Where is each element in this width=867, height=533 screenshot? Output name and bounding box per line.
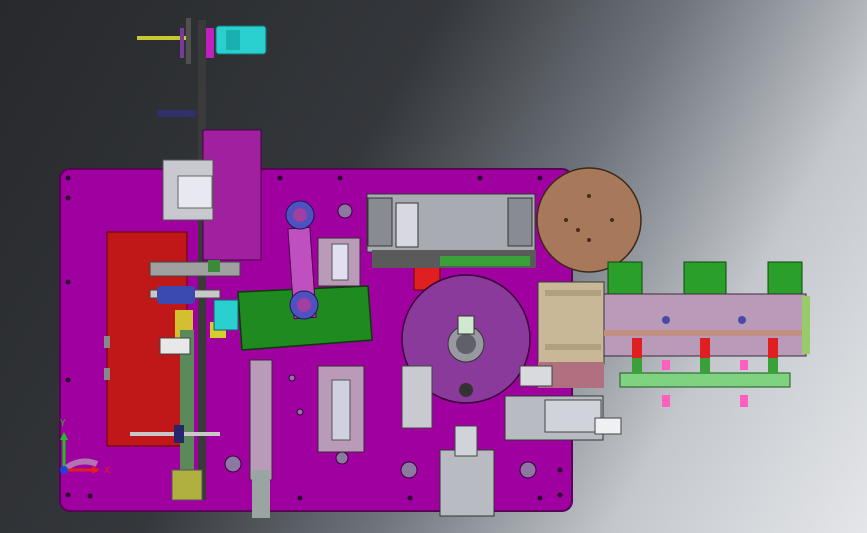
red-plate-slot [104,368,110,380]
knob[interactable] [174,425,184,443]
cylinder-bracket [519,365,553,387]
pulley-disc[interactable] [180,28,184,58]
gray-plate-rail [545,290,601,296]
upper-motor[interactable] [367,197,393,247]
rotary-disc-fixture [457,315,475,335]
blue-cylinder[interactable] [157,286,195,304]
green-tab[interactable] [607,261,643,297]
vertical-rail-foot [252,470,270,518]
green-tab[interactable] [767,261,803,297]
pneumatic-cylinder-end [594,417,622,435]
motor-body[interactable] [215,25,267,55]
red-plate-slot [104,336,110,348]
pin [157,110,197,117]
slider-unit-core [331,379,351,441]
lower-bracket [401,365,433,429]
lower-cylinder[interactable] [439,449,495,517]
motor-flange [226,30,240,50]
vertical-bar [171,469,203,501]
pivot-top-inner [293,208,307,222]
cam-wheel[interactable] [536,167,642,273]
lower-cylinder-rod [454,425,478,457]
pulley-disc[interactable] [186,18,191,64]
clamp-jaw [177,175,213,209]
upper-motor[interactable] [507,197,533,247]
pneumatic-cylinder-barrel [544,399,602,433]
small-block [159,337,191,355]
lavender-module-screw [662,316,670,324]
cad-viewport[interactable]: X Y [0,0,867,533]
lavender-module-screw [738,316,746,324]
green-tab[interactable] [683,261,727,297]
slider-unit-core [331,243,349,281]
mint-rail[interactable] [619,372,791,388]
gear-rack[interactable] [149,261,241,277]
rotary-disc-hub-inner [456,334,476,354]
lavender-module-bar [604,330,806,336]
pivot-bottom-inner [297,298,311,312]
triad-y-label: Y [59,419,66,429]
assembly-drawing[interactable]: X Y [0,0,867,533]
pulley-disc[interactable] [206,28,214,58]
upper-cylinder[interactable] [395,202,419,248]
green-handle [208,260,220,272]
gray-plate-rail [545,344,601,350]
mint-standoffs [632,358,778,374]
module-end-cap [802,296,810,354]
cyan-block [213,299,239,331]
triad-x-label: X [104,466,110,476]
rotary-disc-nut [459,383,473,397]
green-strip [440,256,530,266]
shaft-rod [137,36,187,40]
vertical-rail[interactable] [249,359,273,481]
